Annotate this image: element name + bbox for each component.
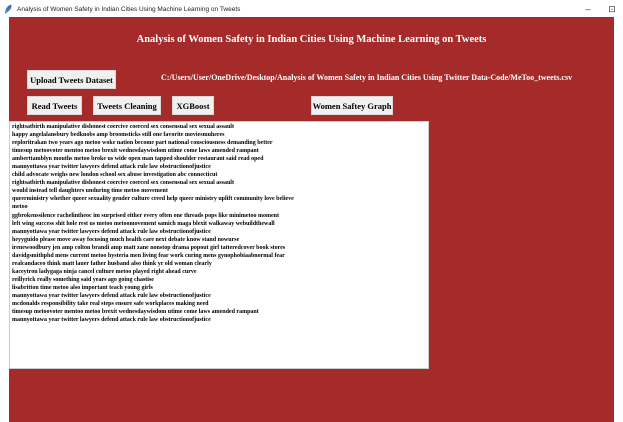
tweet-line: amberttamblyn mouths metoo broke us wide… [12,156,264,163]
window-controls: – ⊡ [581,0,619,18]
tweet-line: timesup metoovoter mentoo metoo brexit w… [12,309,259,316]
window-title: Analysis of Women Safety in Indian Citie… [17,5,241,13]
tweets-cleaning-button[interactable]: Tweets Cleaning [93,96,161,115]
tweet-line: happy angelalansbury bedknobs amp brooms… [12,132,225,139]
app-window: Analysis of Women Safety in Indian Citie… [0,0,623,422]
tweet-line: mannyottawa year twitter lawyers defend … [12,164,211,171]
tweet-line: rightsatbirth manipulative dishonest coe… [12,180,234,187]
tweet-line: timesup metoovoter mentoo metoo brexit w… [12,148,259,155]
tweet-line: would instead tell daughters unduring ti… [12,188,168,195]
tweet-line: heyyguido please move away focusing much… [12,236,240,243]
tweets-text-area[interactable]: rightsatbirth manipulative dishonest coe… [9,121,429,369]
tweet-line: mannyottawa year twitter lawyers defend … [12,292,211,299]
minimize-button[interactable]: – [581,0,595,18]
tweet-line: left wing success shit hole rest us meto… [12,220,275,227]
tweet-line: mannyottawa year twitter lawyers defend … [12,317,211,324]
tweet-line: metoo [12,204,28,211]
tweet-list: rightsatbirth manipulative dishonest coe… [12,123,426,324]
xgboost-button[interactable]: XGBoost [172,96,214,115]
tweet-line: ggbrokenssilence rachelintheoc im surpri… [12,212,279,219]
restore-button[interactable]: ⊡ [605,0,619,18]
tweet-line: mcdonalds responsibility take real steps… [12,301,209,308]
tweet-line: kaceytron ladygaga ninja cancel culture … [12,268,197,275]
tweet-line: queerministry whether queer sexuality ge… [12,196,294,203]
main-panel: Analysis of Women Safety in Indian Citie… [9,17,614,422]
upload-dataset-button[interactable]: Upload Tweets Dataset [27,70,116,89]
tweet-line: davidgsmithphd mens current metoo hyster… [12,252,285,259]
women-safety-graph-button[interactable]: Women Saftey Graph [311,96,393,115]
dataset-path-label: C:/Users/User/OneDrive/Desktop/Analysis … [161,73,573,82]
tweet-line: mannyottawa year twitter lawyers defend … [12,228,211,235]
tweet-line: reillyrick really something said years a… [12,276,154,283]
tweet-line: irenewoodbury jen amp colton brandi amp … [12,244,286,251]
page-title: Analysis of Women Safety in Indian Citie… [136,34,487,45]
tweet-line: lisabritton time metoo also important te… [12,284,153,291]
tweet-line: rightsatbirth manipulative dishonest coe… [12,124,234,130]
tweet-line: child advocate weighs new london school … [12,172,218,179]
tweet-line: realcandaceo think matt lauer father hus… [12,260,212,267]
feather-icon [3,4,13,14]
read-tweets-button[interactable]: Read Tweets [27,96,82,115]
tweet-line: reploritrakan two years ago metoo woke n… [12,140,273,147]
title-bar: Analysis of Women Safety in Indian Citie… [0,0,623,18]
